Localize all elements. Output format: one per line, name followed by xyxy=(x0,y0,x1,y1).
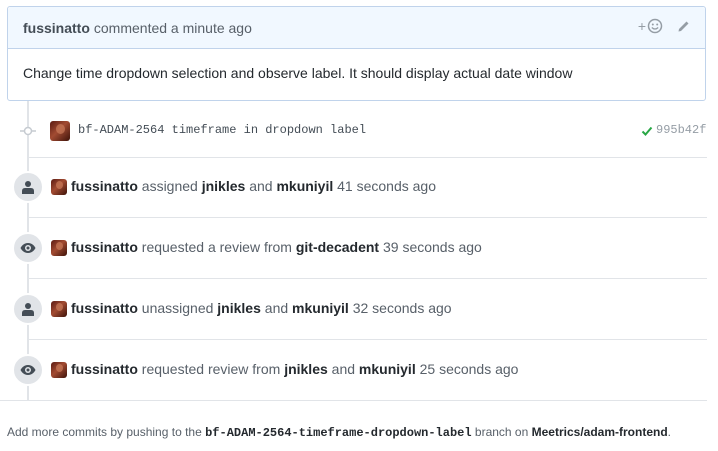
eye-icon xyxy=(20,365,36,375)
conjunction: and xyxy=(249,178,273,194)
event-action: requested a review from xyxy=(141,239,292,255)
person-icon xyxy=(22,303,34,316)
event-badge xyxy=(12,232,44,264)
branch-name[interactable]: bf-ADAM-2564-timeframe-dropdown-label xyxy=(205,426,471,440)
comment-body: Change time dropdown selection and obser… xyxy=(23,65,573,81)
avatar[interactable] xyxy=(51,362,67,378)
event-time[interactable]: 41 seconds ago xyxy=(337,178,436,194)
actor-link[interactable]: fussinatto xyxy=(71,300,138,316)
footer-text: Add more commits by pushing to the bf-AD… xyxy=(7,425,671,440)
avatar[interactable] xyxy=(51,301,67,317)
person-icon xyxy=(22,181,34,194)
timeline-event: fussinatto assigned jnikles and mkuniyil… xyxy=(0,167,718,207)
comment-header: fussinatto commented a minute ago xyxy=(8,7,705,49)
event-time[interactable]: 32 seconds ago xyxy=(353,300,452,316)
actor-link[interactable]: fussinatto xyxy=(71,178,138,194)
timeline-event: fussinatto requested a review from git-d… xyxy=(0,228,718,268)
comment-box: fussinatto commented a minute ago + Chan… xyxy=(7,6,706,101)
user-link[interactable]: mkuniyil xyxy=(359,361,416,377)
comment-meta[interactable]: commented a minute ago xyxy=(94,20,252,36)
event-text: fussinatto requested review from jnikles… xyxy=(71,361,518,377)
event-text: fussinatto requested a review from git-d… xyxy=(71,239,482,255)
user-link[interactable]: mkuniyil xyxy=(276,178,333,194)
commit-icon xyxy=(20,126,36,136)
footer-prefix: Add more commits by pushing to the xyxy=(7,425,202,439)
add-reaction-button[interactable]: + xyxy=(638,18,663,34)
comment-actions: + xyxy=(638,18,691,34)
avatar[interactable] xyxy=(51,240,67,256)
avatar[interactable] xyxy=(50,121,70,141)
actor-link[interactable]: fussinatto xyxy=(71,361,138,377)
actor-link[interactable]: fussinatto xyxy=(71,239,138,255)
timeline-event: fussinatto unassigned jnikles and mkuniy… xyxy=(0,289,718,329)
comment-author[interactable]: fussinatto xyxy=(23,20,90,36)
plus-label: + xyxy=(637,18,646,34)
smiley-icon xyxy=(647,18,663,34)
divider xyxy=(28,157,707,158)
event-badge xyxy=(12,293,44,325)
commit-row: bf-ADAM-2564 timeframe in dropdown label… xyxy=(0,117,718,145)
event-badge xyxy=(12,171,44,203)
user-link[interactable]: git-decadent xyxy=(296,239,379,255)
timeline-event: fussinatto requested review from jnikles… xyxy=(0,350,718,390)
commit-sha[interactable]: 995b42f xyxy=(656,123,706,137)
footer-middle: branch on xyxy=(474,425,529,439)
event-time[interactable]: 39 seconds ago xyxy=(383,239,482,255)
event-badge xyxy=(12,354,44,386)
repo-link[interactable]: Meetrics/adam-frontend xyxy=(532,425,668,439)
user-link[interactable]: jnikles xyxy=(202,178,246,194)
user-link[interactable]: mkuniyil xyxy=(292,300,349,316)
divider xyxy=(28,278,707,279)
pencil-icon[interactable] xyxy=(677,19,691,33)
event-text: fussinatto unassigned jnikles and mkuniy… xyxy=(71,300,452,316)
merge-footer: Add more commits by pushing to the bf-AD… xyxy=(0,400,707,451)
event-action: requested review from xyxy=(141,361,281,377)
check-icon[interactable] xyxy=(641,125,653,137)
user-link[interactable]: jnikles xyxy=(217,300,261,316)
user-link[interactable]: jnikles xyxy=(284,361,328,377)
commit-message[interactable]: bf-ADAM-2564 timeframe in dropdown label xyxy=(78,123,366,137)
conjunction: and xyxy=(331,361,356,377)
divider xyxy=(28,217,707,218)
event-action: unassigned xyxy=(141,300,214,316)
eye-icon xyxy=(20,243,36,253)
conjunction: and xyxy=(264,300,289,316)
divider xyxy=(28,339,707,340)
footer-suffix: . xyxy=(667,425,671,439)
event-action: assigned xyxy=(141,178,198,194)
event-text: fussinatto assigned jnikles and mkuniyil… xyxy=(71,178,436,194)
avatar[interactable] xyxy=(51,179,67,195)
event-time[interactable]: 25 seconds ago xyxy=(420,361,519,377)
